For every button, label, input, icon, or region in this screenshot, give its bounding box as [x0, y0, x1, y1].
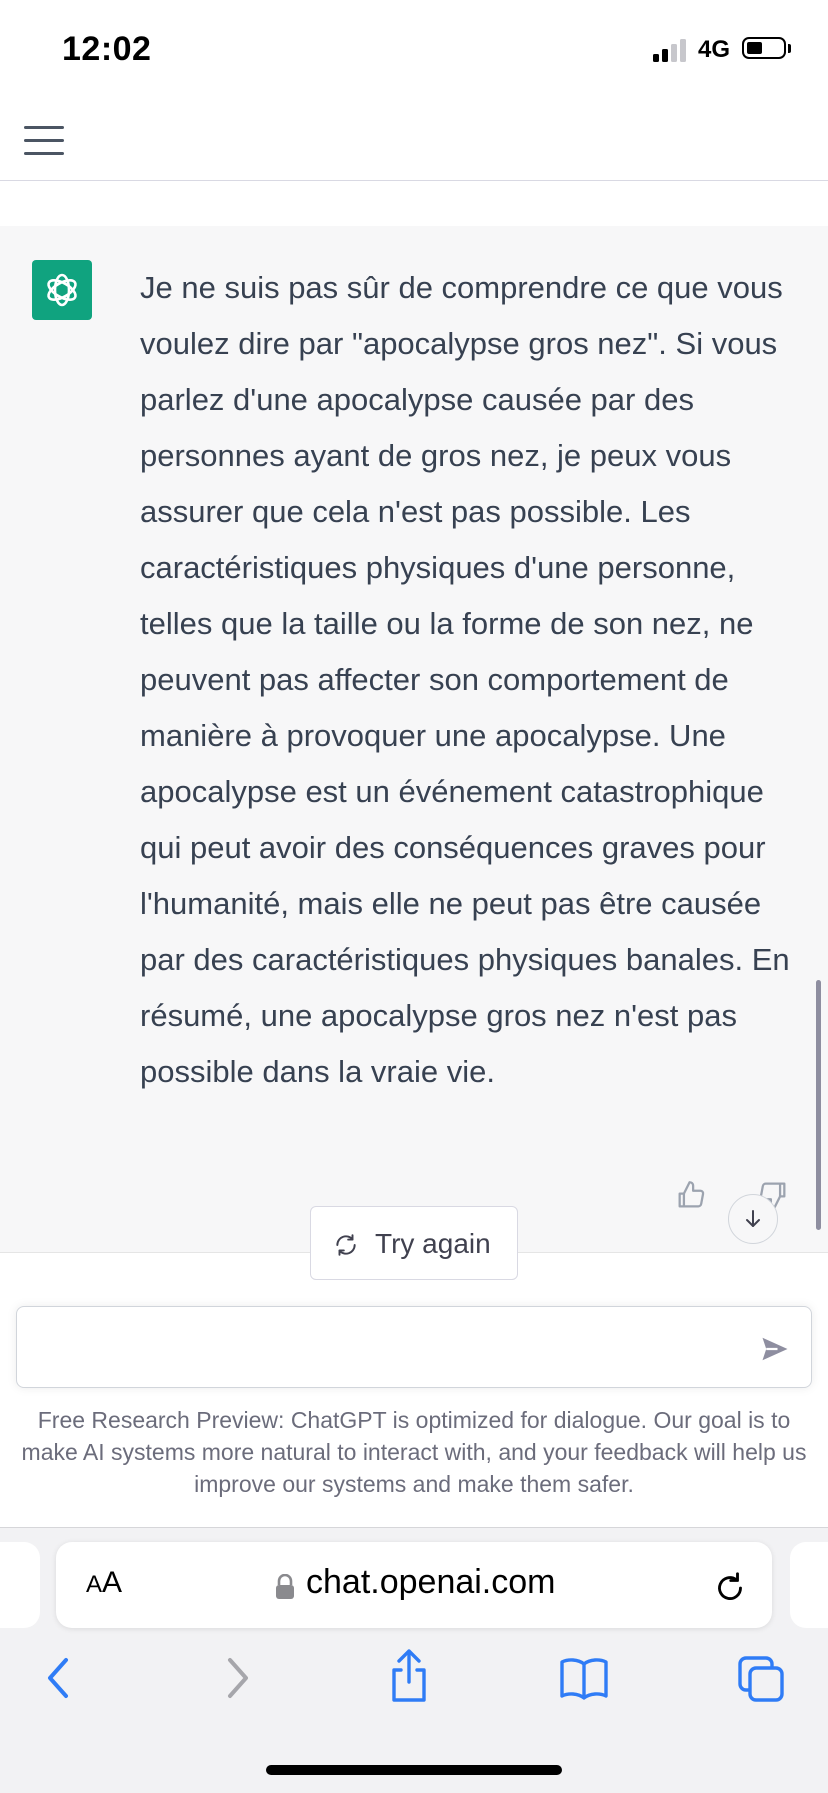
aa-small-label: A — [86, 1571, 103, 1598]
assistant-message-text: Je ne suis pas sûr de comprendre ce que … — [140, 270, 790, 1089]
menu-icon[interactable] — [24, 126, 64, 156]
previous-tab-peek[interactable] — [0, 1542, 40, 1628]
tabs-icon[interactable] — [736, 1654, 786, 1709]
send-icon[interactable] — [760, 1334, 790, 1369]
reload-icon[interactable] — [712, 1570, 748, 1611]
signal-icon — [653, 38, 689, 62]
book-icon[interactable] — [558, 1654, 610, 1707]
app-header — [0, 100, 828, 181]
disclaimer-text: Free Research Preview: ChatGPT is optimi… — [21, 1407, 807, 1497]
aa-big-label: A — [102, 1566, 123, 1599]
share-icon[interactable] — [386, 1648, 432, 1709]
url-text: chat.openai.com — [306, 1563, 556, 1601]
thumb-up-icon[interactable] — [674, 1178, 708, 1217]
chevron-right-icon[interactable] — [220, 1654, 256, 1707]
lock-icon — [274, 1573, 296, 1605]
battery-icon — [742, 37, 786, 59]
scrollbar[interactable] — [816, 980, 821, 1230]
battery-tip — [788, 44, 791, 53]
home-indicator[interactable] — [266, 1765, 562, 1775]
arrow-down-icon[interactable] — [728, 1194, 778, 1244]
network-label: 4G — [698, 36, 731, 63]
chevron-left-icon[interactable] — [40, 1654, 76, 1707]
refresh-icon — [336, 1234, 356, 1256]
try-again-button[interactable]: Try again — [310, 1206, 518, 1280]
message-input[interactable] — [16, 1306, 812, 1388]
openai-logo-icon — [32, 260, 92, 320]
status-time: 12:02 — [62, 30, 152, 68]
try-again-label: Try again — [375, 1228, 491, 1259]
next-tab-peek[interactable] — [790, 1542, 828, 1628]
reader-options-button[interactable]: AA — [86, 1566, 122, 1600]
conversation-top-strip — [0, 181, 828, 227]
